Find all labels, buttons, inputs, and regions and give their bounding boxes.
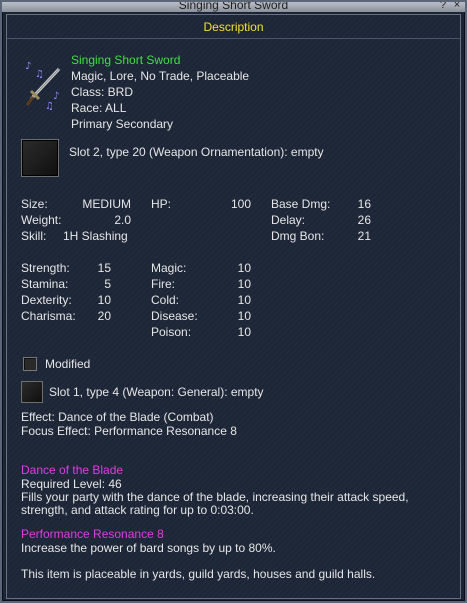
spell-description-line-2: strength, and attack rating for up to 0:… [21,503,254,517]
poison-resist-value: 10 [237,325,251,339]
item-display-window: Singing Short Sword ? × Description ♪ ♫ … [0,0,467,603]
focus-effect-text: Focus Effect: Performance Resonance 8 [21,424,237,438]
window-title: Singing Short Sword [178,2,289,12]
item-flags: Magic, Lore, No Trade, Placeable [71,69,250,83]
svg-text:♫: ♫ [35,69,44,80]
magic-resist-value: 10 [237,261,251,275]
base-dmg-value: 16 [357,197,371,211]
skill-label: Skill: [21,229,47,243]
delay-label: Delay: [271,213,306,227]
stamina-label: Stamina: [21,277,69,291]
disease-resist-value: 10 [237,309,251,323]
augment-slot-1-label: Slot 1, type 4 (Weapon: General): empty [49,385,264,399]
svg-text:♫: ♫ [45,101,54,112]
cold-resist-value: 10 [237,293,251,307]
hp-label: HP: [151,197,172,211]
skill-value: 1H Slashing [63,229,128,243]
title-bar[interactable]: Singing Short Sword ? × [2,2,465,12]
item-name: Singing Short Sword [71,53,181,67]
svg-text:♪: ♪ [25,61,31,72]
augment-slot-2[interactable] [21,139,59,177]
help-button[interactable]: ? [437,2,449,12]
spell-performance-resonance-name: Performance Resonance 8 [21,527,164,541]
weight-label: Weight: [21,213,62,227]
modified-label: Modified [45,357,91,371]
dexterity-label: Dexterity: [21,293,72,307]
spell-dance-of-the-blade-name: Dance of the Blade [21,463,124,477]
description-panel: Description ♪ ♫ ♪ ♫ Singing Short Sword … [6,14,461,599]
placeable-note: This item is placeable in yards, guild y… [21,567,376,581]
stamina-value: 5 [104,277,111,291]
fire-resist-value: 10 [237,277,251,291]
charisma-label: Charisma: [21,309,76,323]
dmg-bon-value: 21 [357,229,371,243]
close-button[interactable]: × [451,2,463,12]
size-value: MEDIUM [82,197,131,211]
item-slots: Primary Secondary [71,117,174,131]
base-dmg-label: Base Dmg: [271,197,331,211]
augment-slot-2-label: Slot 2, type 20 (Weapon Ornamentation): … [69,145,324,159]
size-label: Size: [21,197,48,211]
poison-resist-label: Poison: [151,325,192,339]
item-class: Class: BRD [71,85,134,99]
fire-resist-label: Fire: [151,277,175,291]
effect-text: Effect: Dance of the Blade (Combat) [21,410,214,424]
dmg-bon-label: Dmg Bon: [271,229,325,243]
hp-value: 100 [230,197,251,211]
magic-resist-label: Magic: [151,261,187,275]
cold-resist-label: Cold: [151,293,180,307]
strength-label: Strength: [21,261,70,275]
modified-checkbox[interactable] [23,357,37,371]
charisma-value: 20 [97,309,111,323]
weight-value: 2.0 [114,213,131,227]
strength-value: 15 [97,261,111,275]
dexterity-value: 10 [97,293,111,307]
spell-performance-resonance-desc: Increase the power of bard songs by up t… [21,541,276,555]
augment-slot-1[interactable] [21,381,43,403]
singing-sword-icon: ♪ ♫ ♪ ♫ [23,55,67,113]
description-header: Description [7,15,460,39]
delay-value: 26 [357,213,371,227]
item-race: Race: ALL [71,101,127,115]
